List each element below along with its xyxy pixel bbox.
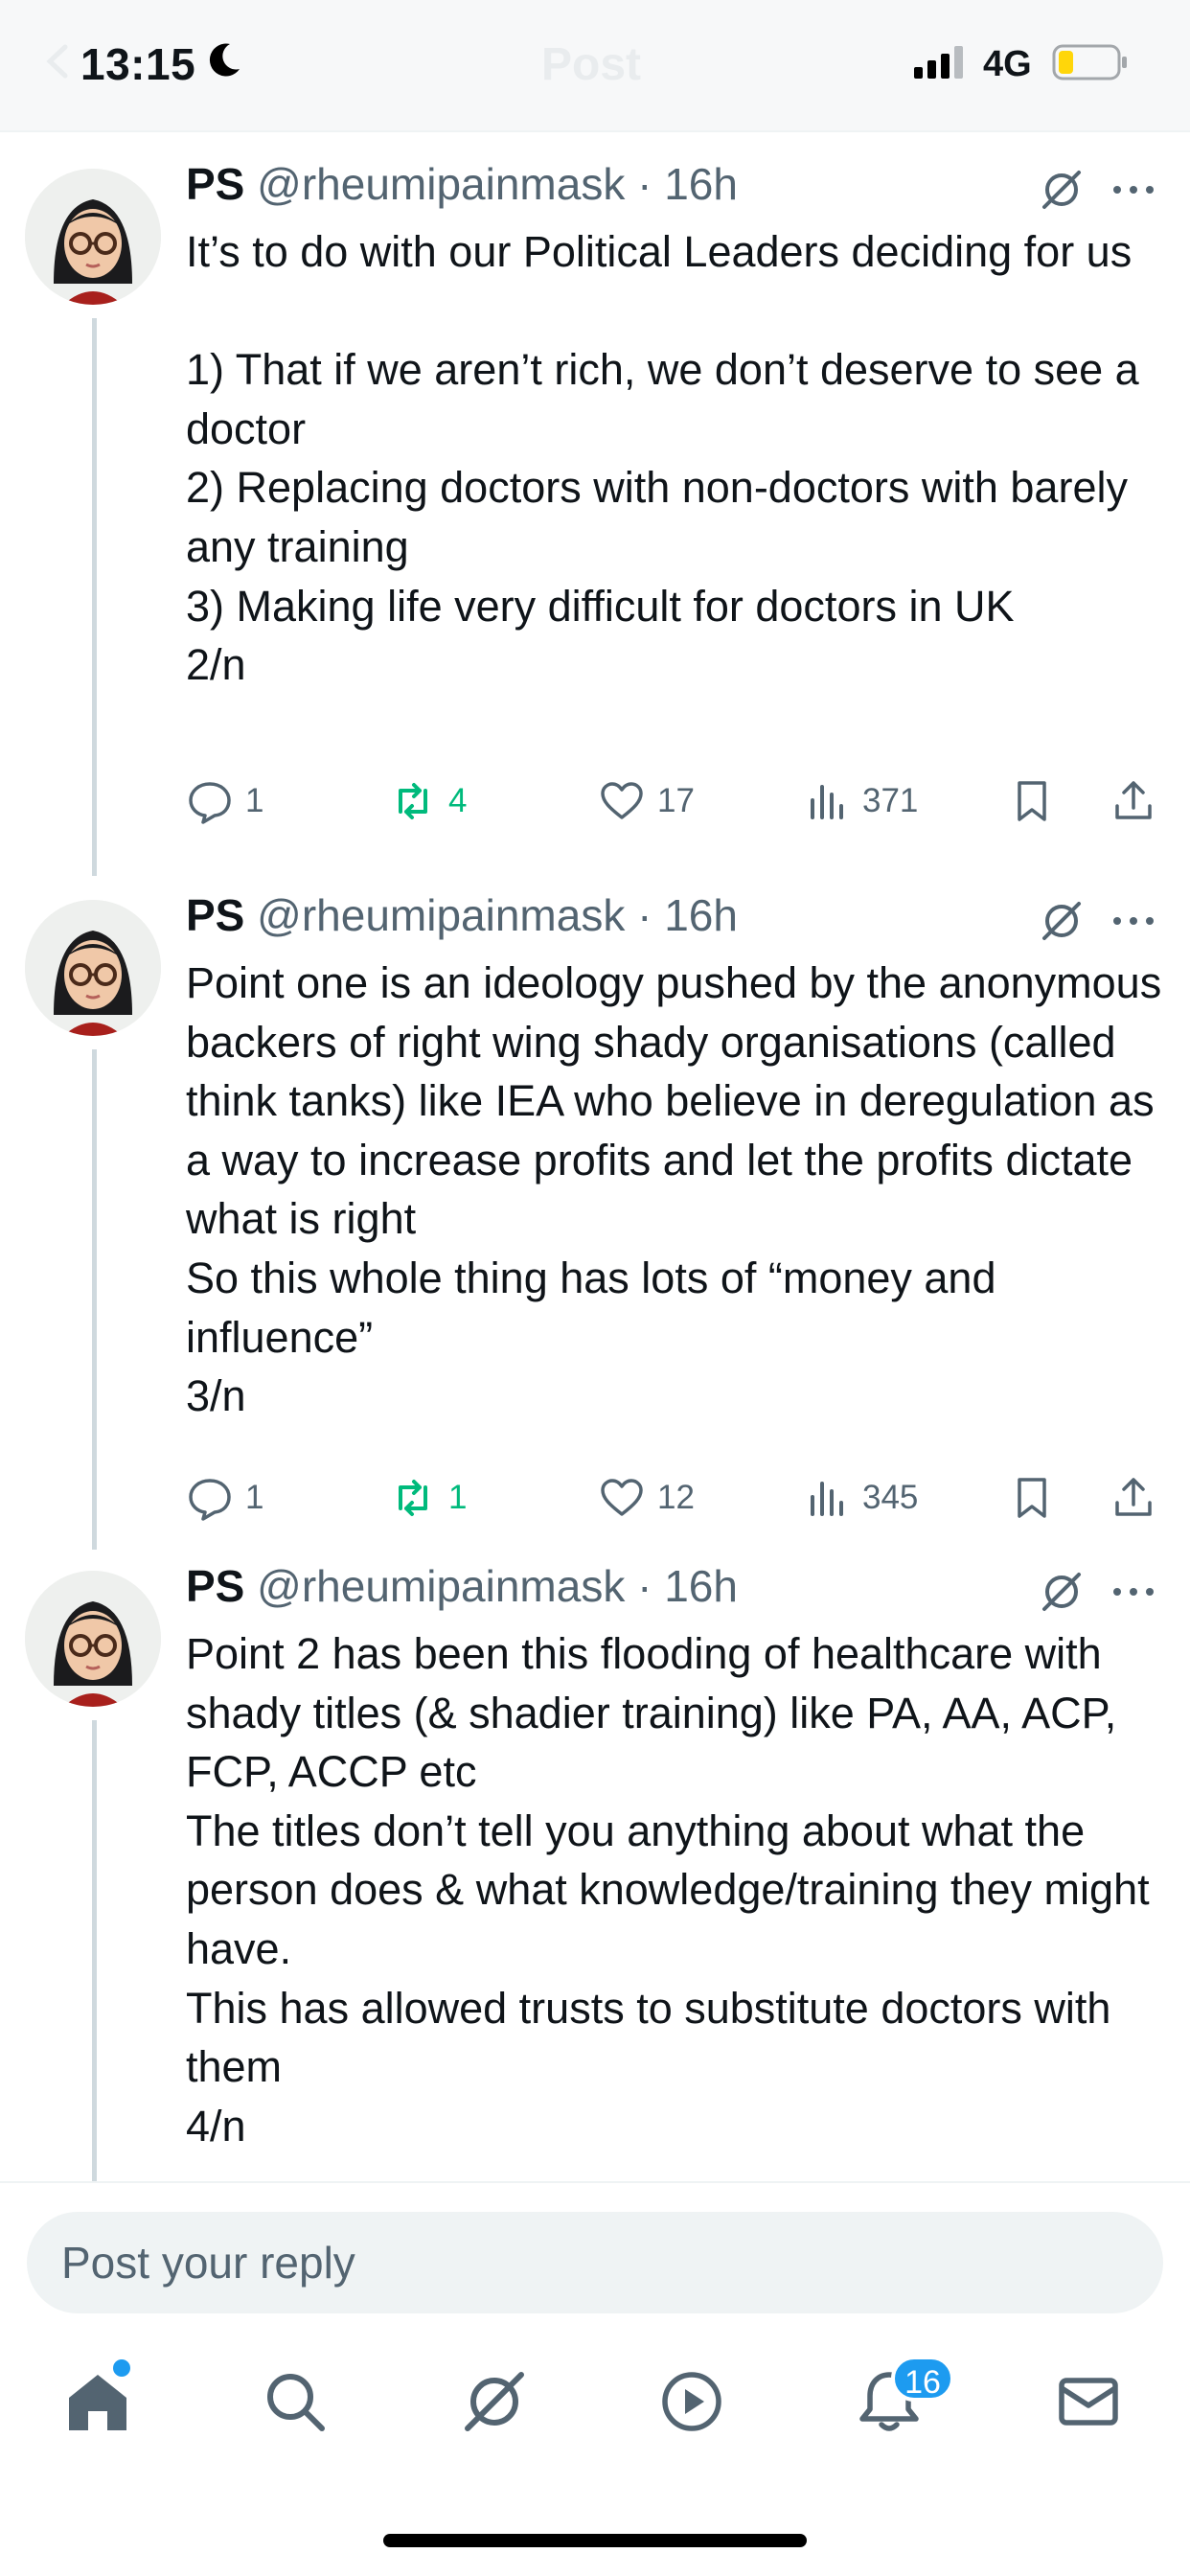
like-button[interactable]: 17 <box>598 772 695 830</box>
author-handle[interactable]: @rheumipainmask <box>257 1561 625 1611</box>
separator-dot: · <box>625 159 665 209</box>
home-indicator <box>383 2534 807 2547</box>
like-count: 12 <box>657 1479 695 1516</box>
tweet-time: 16h <box>664 1561 738 1611</box>
repost-count: 1 <box>448 1479 468 1516</box>
grok-icon[interactable] <box>1039 1569 1085 1615</box>
reply-count: 1 <box>245 1479 264 1516</box>
author-handle[interactable]: @rheumipainmask <box>257 159 625 209</box>
separator-dot: · <box>625 890 665 940</box>
bottom-nav: 16 <box>0 2338 1190 2482</box>
tab-home[interactable] <box>63 2367 132 2436</box>
tweet-header: PS @rheumipainmask · 16h <box>186 888 738 942</box>
reply-icon <box>189 782 231 824</box>
notifications-badge: 16 <box>891 2356 954 2402</box>
reply-button[interactable]: 1 <box>186 1469 263 1527</box>
repost-button[interactable]: 1 <box>389 1469 467 1527</box>
view-count: 345 <box>862 1479 919 1516</box>
avatar-image <box>25 1571 161 1707</box>
battery-icon <box>1052 44 1127 80</box>
tweet[interactable]: PS @rheumipainmask · 16h Point one is an… <box>0 888 1190 1550</box>
avatar[interactable] <box>25 1571 161 1707</box>
reply-input[interactable]: Post your reply <box>27 2212 1163 2313</box>
cellular-signal-icon <box>914 46 963 79</box>
bookmark-button[interactable] <box>1008 1469 1056 1527</box>
more-options-icon[interactable] <box>1111 180 1156 199</box>
avatar[interactable] <box>25 900 161 1036</box>
tweet-header: PS @rheumipainmask · 16h <box>186 1559 738 1613</box>
views-icon <box>811 785 843 819</box>
view-count: 371 <box>862 782 919 819</box>
tab-search[interactable] <box>261 2367 330 2436</box>
tweet-text: Point one is an ideology pushed by the a… <box>186 958 1162 1421</box>
tweet[interactable]: PS @rheumipainmask · 16h It’s to do with… <box>0 157 1190 876</box>
separator-dot: · <box>625 1561 665 1611</box>
repost-count: 4 <box>448 782 468 819</box>
tweet-text: It’s to do with our Political Leaders de… <box>186 227 1139 690</box>
tweet-time: 16h <box>664 890 738 940</box>
avatar-image <box>25 169 161 305</box>
grok-icon <box>465 2372 524 2431</box>
views-button[interactable]: 345 <box>803 1469 918 1527</box>
grok-icon[interactable] <box>1039 167 1085 213</box>
tweet-text: Point 2 has been this flooding of health… <box>186 1629 1150 2150</box>
reply-button[interactable]: 1 <box>186 772 263 830</box>
tab-grok[interactable] <box>460 2367 529 2436</box>
like-count: 17 <box>657 782 695 819</box>
share-icon <box>1115 781 1152 819</box>
grok-icon[interactable] <box>1039 898 1085 944</box>
reply-placeholder: Post your reply <box>61 2238 355 2288</box>
bookmark-icon <box>1018 781 1046 821</box>
network-type: 4G <box>983 44 1032 84</box>
thread-line <box>92 1049 97 1550</box>
tweet-time: 16h <box>664 159 738 209</box>
repost-icon <box>399 783 427 819</box>
home-unread-dot <box>113 2359 130 2377</box>
tab-messages[interactable] <box>1054 2367 1123 2436</box>
tweet-actions: 1 4 17 371 <box>186 772 1163 830</box>
author-name[interactable]: PS <box>186 890 244 940</box>
share-button[interactable] <box>1110 1469 1157 1527</box>
status-time: 13:15 <box>80 39 196 89</box>
reply-count: 1 <box>245 782 264 819</box>
repost-button[interactable]: 4 <box>389 772 467 830</box>
top-bar: 13:15 Post 4G <box>0 0 1190 132</box>
tweet[interactable]: PS @rheumipainmask · 16h Point 2 has bee… <box>0 1559 1190 2181</box>
views-icon <box>811 1482 843 1516</box>
mail-icon <box>1059 2378 1118 2426</box>
more-options-icon[interactable] <box>1111 911 1156 931</box>
author-name[interactable]: PS <box>186 1561 244 1611</box>
thread-line <box>92 1720 97 2181</box>
author-name[interactable]: PS <box>186 159 244 209</box>
heart-icon <box>601 782 643 819</box>
tweet-header: PS @rheumipainmask · 16h <box>186 157 738 211</box>
more-options-icon[interactable] <box>1111 1582 1156 1601</box>
tab-video[interactable] <box>657 2367 726 2436</box>
tweet-actions: 1 1 12 345 <box>186 1469 1163 1527</box>
repost-icon <box>399 1480 427 1516</box>
home-icon <box>69 2375 126 2430</box>
like-button[interactable]: 12 <box>598 1469 695 1527</box>
bookmark-icon <box>1018 1478 1046 1518</box>
share-button[interactable] <box>1110 772 1157 830</box>
views-button[interactable]: 371 <box>803 772 918 830</box>
avatar[interactable] <box>25 169 161 305</box>
play-icon <box>662 2372 721 2431</box>
heart-icon <box>601 1479 643 1516</box>
bookmark-button[interactable] <box>1008 772 1056 830</box>
back-chevron-icon[interactable] <box>42 44 71 79</box>
moon-icon <box>209 43 240 77</box>
reply-bar: Post your reply <box>0 2181 1190 2313</box>
thread-line <box>92 318 97 876</box>
search-icon <box>267 2374 325 2431</box>
author-handle[interactable]: @rheumipainmask <box>257 890 625 940</box>
avatar-image <box>25 900 161 1036</box>
share-icon <box>1115 1478 1152 1516</box>
reply-icon <box>189 1479 231 1521</box>
page-title: Post <box>541 39 642 90</box>
